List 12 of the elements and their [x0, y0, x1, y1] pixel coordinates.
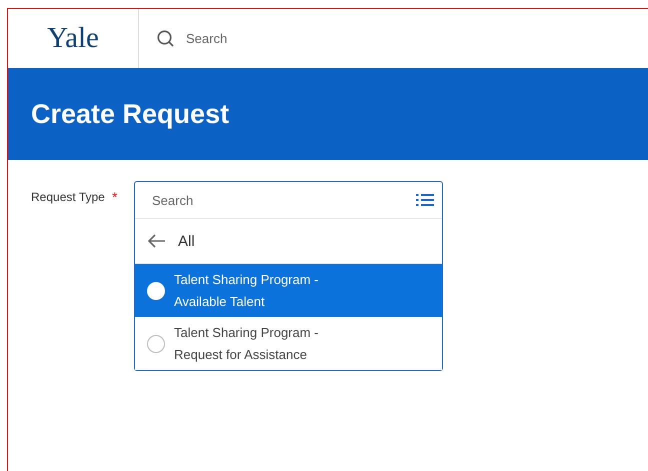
radio-button[interactable]: [147, 282, 165, 300]
dropdown-search-field[interactable]: Search: [150, 192, 416, 208]
dropdown-option[interactable]: Talent Sharing Program - Available Talent: [135, 264, 442, 317]
search-icon: [157, 30, 174, 47]
required-mark: *: [112, 188, 118, 207]
page-title: Create Request: [31, 98, 230, 130]
search-field[interactable]: Search: [184, 30, 388, 47]
list-icon[interactable]: [416, 193, 434, 207]
yale-logo: Yale: [47, 22, 99, 55]
radio-button[interactable]: [147, 334, 165, 352]
back-arrow-icon: [147, 234, 166, 248]
field-label: Request Type: [31, 189, 106, 206]
